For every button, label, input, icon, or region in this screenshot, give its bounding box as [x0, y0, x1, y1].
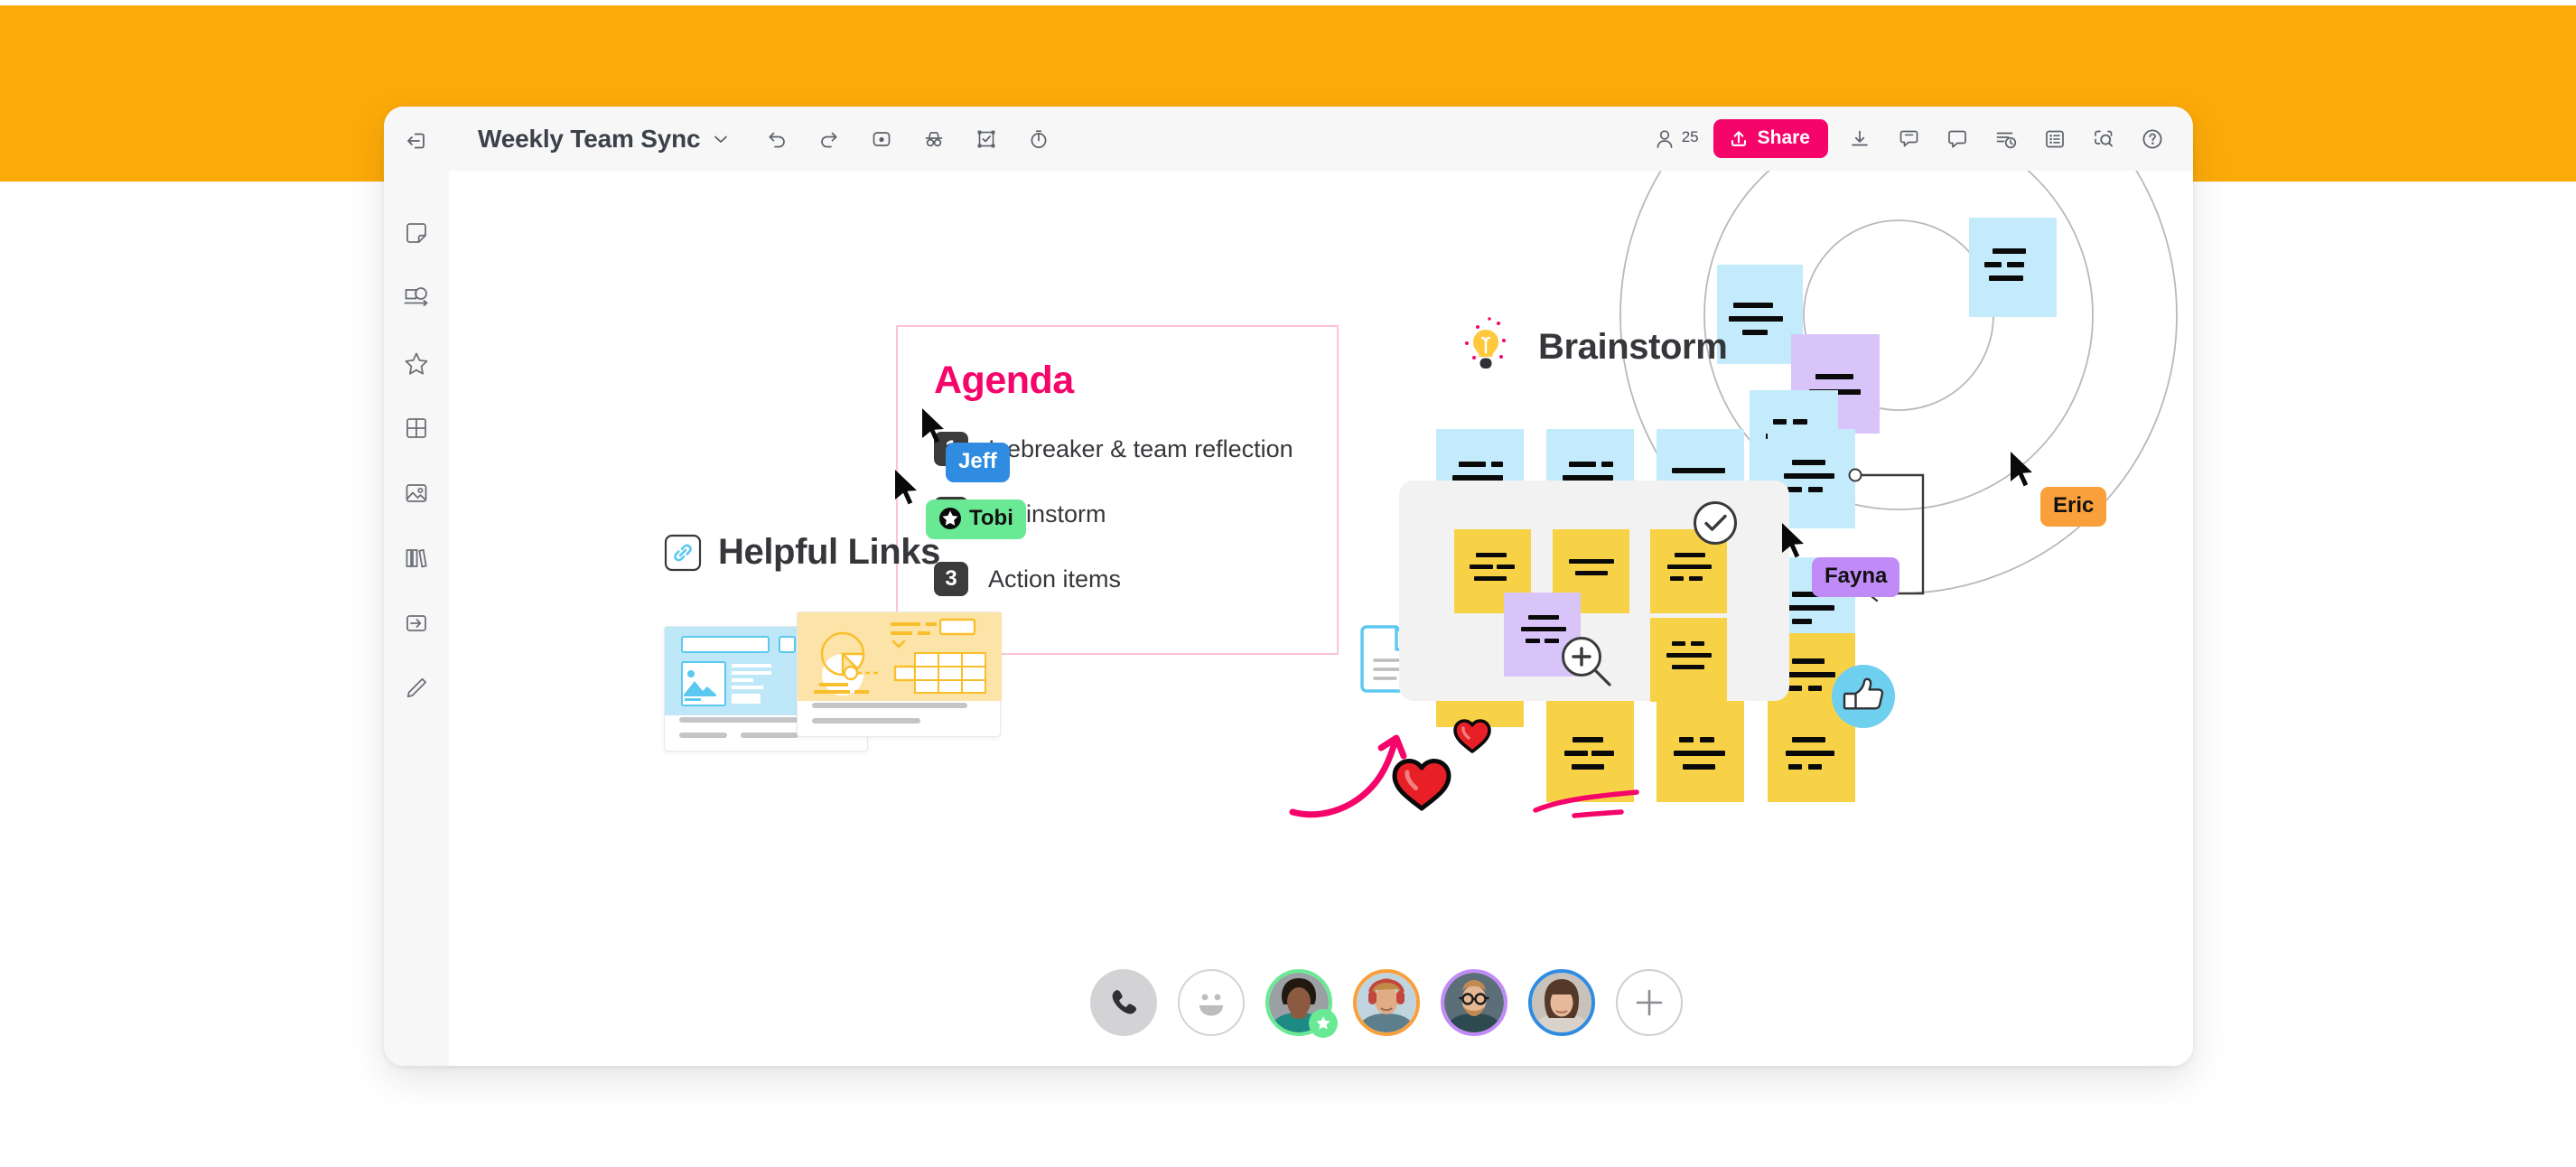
comments-icon[interactable]: [1891, 122, 1926, 156]
sidebar-item-favorites[interactable]: [397, 345, 436, 385]
undo-icon[interactable]: [760, 122, 794, 156]
chevron-down-icon[interactable]: [711, 129, 731, 149]
sticky-note[interactable]: [1969, 218, 2057, 317]
sidebar-item-library[interactable]: [397, 540, 436, 580]
download-icon[interactable]: [1843, 122, 1877, 156]
list-icon[interactable]: [2038, 122, 2072, 156]
sticky-note-icon: [402, 219, 431, 252]
cursor-pointer: [922, 408, 944, 443]
phone-icon: [1112, 990, 1136, 1014]
sidebar-item-sticky-note[interactable]: [397, 215, 436, 255]
sidebar-item-upload[interactable]: [397, 605, 436, 645]
whiteboard-canvas[interactable]: Agenda 1 Icebreaker & team reflection 2 …: [449, 171, 2193, 1066]
sticky-note[interactable]: [1650, 618, 1727, 702]
section-title: Brainstorm: [1538, 326, 1728, 367]
timer-icon[interactable]: [1022, 122, 1056, 156]
sidebar-item-images[interactable]: [397, 475, 436, 515]
app-header: Weekly Team Sync 25 Share: [384, 107, 2193, 171]
cursor-label-fayna: Fayna: [1812, 557, 1900, 597]
page-title: Weekly Team Sync: [478, 124, 701, 153]
agenda-label: Icebreaker & team reflection: [988, 434, 1293, 462]
brainstorm-heading: Brainstorm: [1459, 315, 1728, 378]
avatar[interactable]: [1527, 969, 1595, 1036]
sticky-note[interactable]: [1657, 708, 1744, 802]
sidebar-item-shapes[interactable]: [397, 280, 436, 320]
shapes-connector-icon: [401, 284, 432, 317]
lightbulb-icon: [1459, 315, 1522, 378]
upload-icon: [1731, 131, 1746, 146]
add-participant-button[interactable]: [1615, 969, 1683, 1036]
import-icon: [402, 609, 431, 642]
check-icon[interactable]: [1691, 499, 1740, 547]
cursor-label-eric: Eric: [2040, 487, 2107, 527]
sidebar-item-frames[interactable]: [397, 410, 436, 450]
agenda-title: Agenda: [934, 359, 1074, 402]
incognito-icon[interactable]: [917, 122, 951, 156]
cursor-pointer: [895, 470, 917, 505]
share-label: Share: [1757, 127, 1810, 148]
smiley-icon: [1199, 994, 1223, 1016]
pink-underline-annotation: [1533, 789, 1639, 818]
heart-icon[interactable]: [1389, 753, 1454, 813]
frame-grid-icon: [402, 414, 431, 447]
left-sidebar: [384, 107, 449, 1066]
avatar[interactable]: [1440, 969, 1507, 1036]
end-call-button[interactable]: [1089, 969, 1157, 1036]
star-icon: [1308, 1009, 1338, 1038]
cursor-pointer: [2011, 452, 2032, 487]
agenda-label: Action items: [988, 565, 1122, 593]
avatar[interactable]: [1352, 969, 1420, 1036]
library-icon: [402, 544, 431, 577]
link-preview-card[interactable]: [797, 612, 1002, 737]
history-icon[interactable]: [1989, 122, 2023, 156]
zoom-in-icon[interactable]: [1558, 633, 1618, 693]
cursor-label-tobi: Tobi: [926, 499, 1026, 539]
agenda-card[interactable]: Agenda 1 Icebreaker & team reflection 2 …: [896, 325, 1339, 655]
star-icon: [401, 349, 432, 382]
image-icon: [402, 479, 431, 512]
pen-icon: [402, 674, 431, 707]
chat-icon[interactable]: [1940, 122, 1974, 156]
star-icon: [939, 508, 961, 529]
screen-record-icon[interactable]: [864, 122, 899, 156]
sidebar-item-pen[interactable]: [397, 670, 436, 710]
sticky-note[interactable]: [1717, 265, 1803, 364]
help-icon[interactable]: [2135, 122, 2170, 156]
thumbs-up-icon[interactable]: [1825, 658, 1901, 734]
participants-count: 25: [1681, 127, 1699, 145]
participants-indicator[interactable]: 25: [1654, 126, 1699, 152]
avatar[interactable]: [1265, 969, 1338, 1038]
link-card-meta: [798, 690, 1000, 736]
search-icon[interactable]: [2086, 122, 2121, 156]
person-icon: [1657, 129, 1673, 148]
list-item[interactable]: 3 Action items: [934, 562, 1337, 596]
link-chain-icon: [664, 534, 702, 572]
cursor-label-jeff: Jeff: [946, 443, 1010, 482]
share-button[interactable]: Share: [1713, 119, 1828, 158]
redo-icon[interactable]: [812, 122, 846, 156]
cursor-pointer: [1782, 523, 1804, 558]
app-window: Weekly Team Sync 25 Share Agenda Icebrea…: [384, 107, 2193, 1066]
section-title: Helpful Links: [718, 532, 940, 572]
heart-icon[interactable]: [1451, 716, 1493, 754]
reactions-button[interactable]: [1177, 969, 1245, 1036]
helpful-links-heading: Helpful Links: [664, 532, 940, 573]
vote-select-icon[interactable]: [969, 122, 1003, 156]
video-participants-bar: [514, 939, 2193, 1066]
exit-back-icon[interactable]: [397, 121, 436, 161]
plus-icon: [1636, 989, 1662, 1016]
header-tool-group: [760, 122, 1056, 156]
